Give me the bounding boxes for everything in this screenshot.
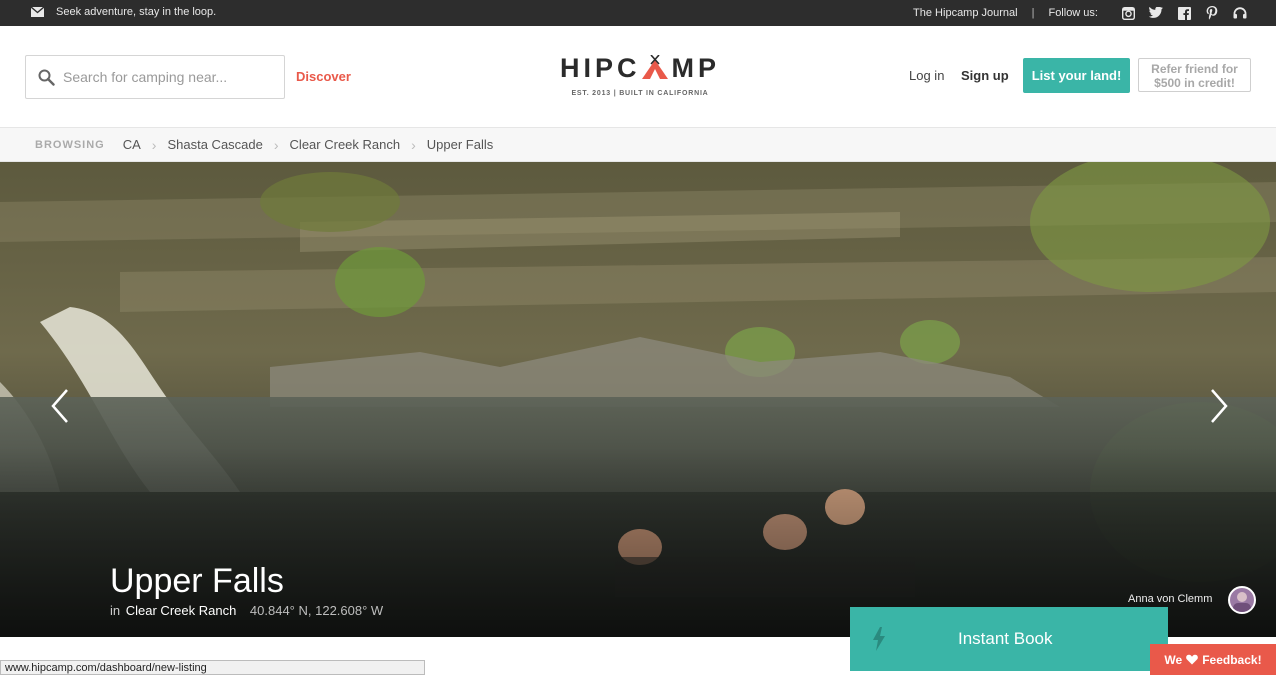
breadcrumb-item-ca[interactable]: CA <box>123 137 141 152</box>
facebook-icon[interactable] <box>1176 5 1192 21</box>
feedback-button[interactable]: We Feedback! <box>1150 644 1276 675</box>
carousel-prev-arrow-icon[interactable] <box>47 386 73 426</box>
chevron-right-icon: › <box>151 136 157 153</box>
refer-line-1: Refer friend for <box>1151 62 1238 76</box>
breadcrumb-item-shasta-cascade[interactable]: Shasta Cascade <box>167 137 262 152</box>
feedback-suffix: Feedback! <box>1202 652 1262 667</box>
envelope-icon <box>31 7 44 17</box>
refer-friend-button[interactable]: Refer friend for $500 in credit! <box>1138 58 1251 92</box>
search-input[interactable] <box>61 68 265 86</box>
social-links <box>1108 5 1248 21</box>
photographer-avatar[interactable] <box>1228 586 1256 614</box>
instant-book-label: Instant Book <box>958 629 1053 648</box>
instant-book-button[interactable]: Instant Book <box>850 607 1168 671</box>
hero-photo-carousel: Upper Falls in Clear Creek Ranch 40.844°… <box>0 162 1276 637</box>
list-your-land-button[interactable]: List your land! <box>1023 58 1130 93</box>
signup-link[interactable]: Sign up <box>961 68 1009 83</box>
feedback-prefix: We <box>1164 652 1183 667</box>
coordinates: 40.844° N, 122.608° W <box>249 603 384 618</box>
carousel-next-arrow-icon[interactable] <box>1206 386 1232 426</box>
logo-text-left: HIPC <box>559 53 641 83</box>
instagram-icon[interactable] <box>1120 5 1136 21</box>
chevron-right-icon: › <box>411 136 416 153</box>
ranch-link[interactable]: Clear Creek Ranch <box>126 603 237 618</box>
refer-line-2: $500 in credit! <box>1154 76 1235 90</box>
logo-text-right: MP <box>671 53 720 83</box>
pinterest-icon[interactable] <box>1204 5 1220 21</box>
breadcrumb-label: BROWSING <box>35 138 105 151</box>
chevron-right-icon: › <box>273 136 279 153</box>
search-box[interactable] <box>25 55 285 99</box>
photo-credit[interactable]: Anna von Clemm <box>1128 593 1212 605</box>
lightning-bolt-icon <box>873 627 885 651</box>
logo-wordmark: HIPC MP <box>549 53 731 84</box>
podcast-icon[interactable] <box>1232 5 1248 21</box>
hipcamp-logo[interactable]: HIPC MP EST. 2013 | BUILT IN CALIFORNIA <box>549 53 731 97</box>
newsletter-tagline[interactable]: Seek adventure, stay in the loop. <box>56 6 216 18</box>
campsite-subtitle: in Clear Creek Ranch 40.844° N, 122.608°… <box>110 603 383 618</box>
journal-link[interactable]: The Hipcamp Journal <box>913 7 1018 19</box>
browser-status-url: www.hipcamp.com/dashboard/new-listing <box>0 660 425 675</box>
breadcrumb: BROWSING CA › Shasta Cascade › Clear Cre… <box>0 128 1276 162</box>
twitter-icon[interactable] <box>1148 5 1164 21</box>
login-link[interactable]: Log in <box>909 68 944 83</box>
top-bar: Seek adventure, stay in the loop. The Hi… <box>0 0 1276 26</box>
newsletter-signup[interactable]: Seek adventure, stay in the loop. <box>31 6 216 18</box>
discover-link[interactable]: Discover <box>296 69 351 84</box>
heart-icon <box>1186 654 1199 665</box>
separator: | <box>1031 7 1035 19</box>
tent-icon <box>641 55 668 79</box>
in-label: in <box>110 603 121 618</box>
campsite-title: Upper Falls <box>110 562 284 600</box>
breadcrumb-item-clear-creek-ranch[interactable]: Clear Creek Ranch <box>290 137 401 152</box>
follow-label: Follow us: <box>1048 7 1098 19</box>
site-header: Discover HIPC MP EST. 2013 | BUILT IN CA… <box>0 26 1276 128</box>
breadcrumb-item-upper-falls: Upper Falls <box>426 137 494 152</box>
search-icon <box>38 69 55 86</box>
logo-tagline: EST. 2013 | BUILT IN CALIFORNIA <box>571 90 709 97</box>
